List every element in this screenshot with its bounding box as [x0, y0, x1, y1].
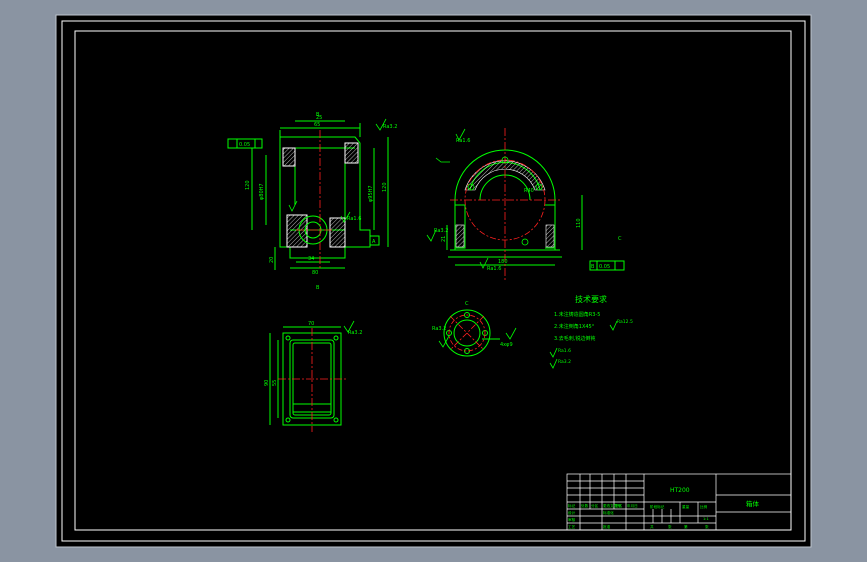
title-row-1-col-6: 年月日: [627, 503, 638, 508]
front-top-width-dim: 65: [314, 122, 320, 128]
title-sheet-total-unit: 张: [668, 524, 672, 529]
title-part-name: 箱体: [746, 499, 760, 508]
tech-symbol-1: Ra1.6: [558, 348, 571, 354]
title-row-4-col-1: 工艺: [568, 524, 576, 529]
side-hatch-left: [455, 224, 465, 248]
view-c-surface: Ra3.2: [432, 326, 446, 332]
side-datum-b: B: [591, 264, 595, 270]
front-section-b-top: B: [316, 112, 320, 118]
front-height-right-dim: 120: [382, 182, 388, 192]
front-height-left-dim: 120: [245, 180, 251, 190]
side-tolerance-value: 0.05: [599, 264, 610, 270]
title-scale-label: 比例: [700, 504, 708, 509]
title-sheet-total: 共: [650, 524, 654, 529]
front-base-height-dim: 20: [269, 257, 275, 263]
front-bore-left-dim: φ80H7: [259, 183, 265, 200]
title-row-1-col-5: 签名: [615, 503, 623, 508]
title-scale-value: 1:1: [703, 517, 709, 521]
side-left-height-dim: 21: [441, 236, 447, 242]
view-c-hole-dim: 4xφ9: [500, 342, 513, 348]
front-bottom-sub-dim: 34: [308, 256, 314, 262]
front-surface-top: Ra3.2: [383, 124, 397, 130]
bottom-width-dim: 70: [308, 321, 314, 327]
front-hatch-top-right: [344, 142, 359, 164]
bottom-height-dim: 90: [264, 380, 270, 386]
front-bottom-width-dim: 80: [312, 270, 318, 276]
side-view-c-marker: C: [618, 236, 622, 242]
tech-title: 技术要求: [575, 294, 607, 304]
title-stage-label: 阶段标记: [650, 504, 665, 509]
side-hatch-right: [545, 224, 555, 248]
side-height-dim: 110: [576, 218, 582, 228]
title-sheet-index: 第: [684, 524, 688, 529]
tech-line-2: 2.未注倒角1X45°: [554, 323, 595, 330]
title-row-4-col-3: 批准: [603, 524, 611, 529]
tech-line-3: 3.去毛刺,锐边倒钝: [554, 335, 595, 342]
front-bore-right-dim: φ95H7: [368, 185, 374, 202]
bottom-inner-dim: 55: [272, 380, 278, 386]
drawing-sheet: [55, 14, 812, 548]
tech-symbol-2: Ra3.2: [558, 359, 571, 365]
title-row-1-col-3: 分区: [591, 503, 599, 508]
tech-note-surface: Ra12.5: [617, 319, 633, 325]
title-weight-label: 重量: [682, 504, 690, 509]
title-row-2-col-1: 设计: [568, 510, 576, 515]
bottom-surface: Ra3.2: [348, 330, 362, 336]
title-row-1-col-2: 处数: [581, 503, 589, 508]
tech-line-1: 1.未注铸造圆角R3-5: [554, 311, 600, 318]
view-c-label: C: [465, 301, 469, 307]
side-radius-dim: R40: [524, 188, 534, 194]
title-material: HT200: [670, 487, 690, 494]
title-row-2-col-3: 标准化: [603, 510, 614, 515]
front-hatch-bottom-right: [329, 217, 346, 248]
front-section-b-bottom: B: [316, 285, 320, 291]
title-sheet-index-unit: 张: [705, 524, 709, 529]
title-row-3-col-1: 审核: [568, 517, 576, 522]
front-datum-a: A: [372, 239, 376, 245]
front-surface-right: Ra1.6: [347, 216, 361, 222]
front-hatch-top-left: [282, 147, 296, 167]
front-tolerance-value: 0.05: [239, 142, 250, 148]
cad-drawing-canvas: 65 25 120 φ80H7 120 φ95H7 80 34 20 0.05 …: [0, 0, 867, 562]
side-surface-left: Ra3.2: [434, 228, 448, 234]
title-row-1-col-1: 标记: [568, 503, 576, 508]
side-surface-bottom: Ra1.6: [487, 266, 501, 272]
side-width-dim: 180: [498, 259, 508, 265]
